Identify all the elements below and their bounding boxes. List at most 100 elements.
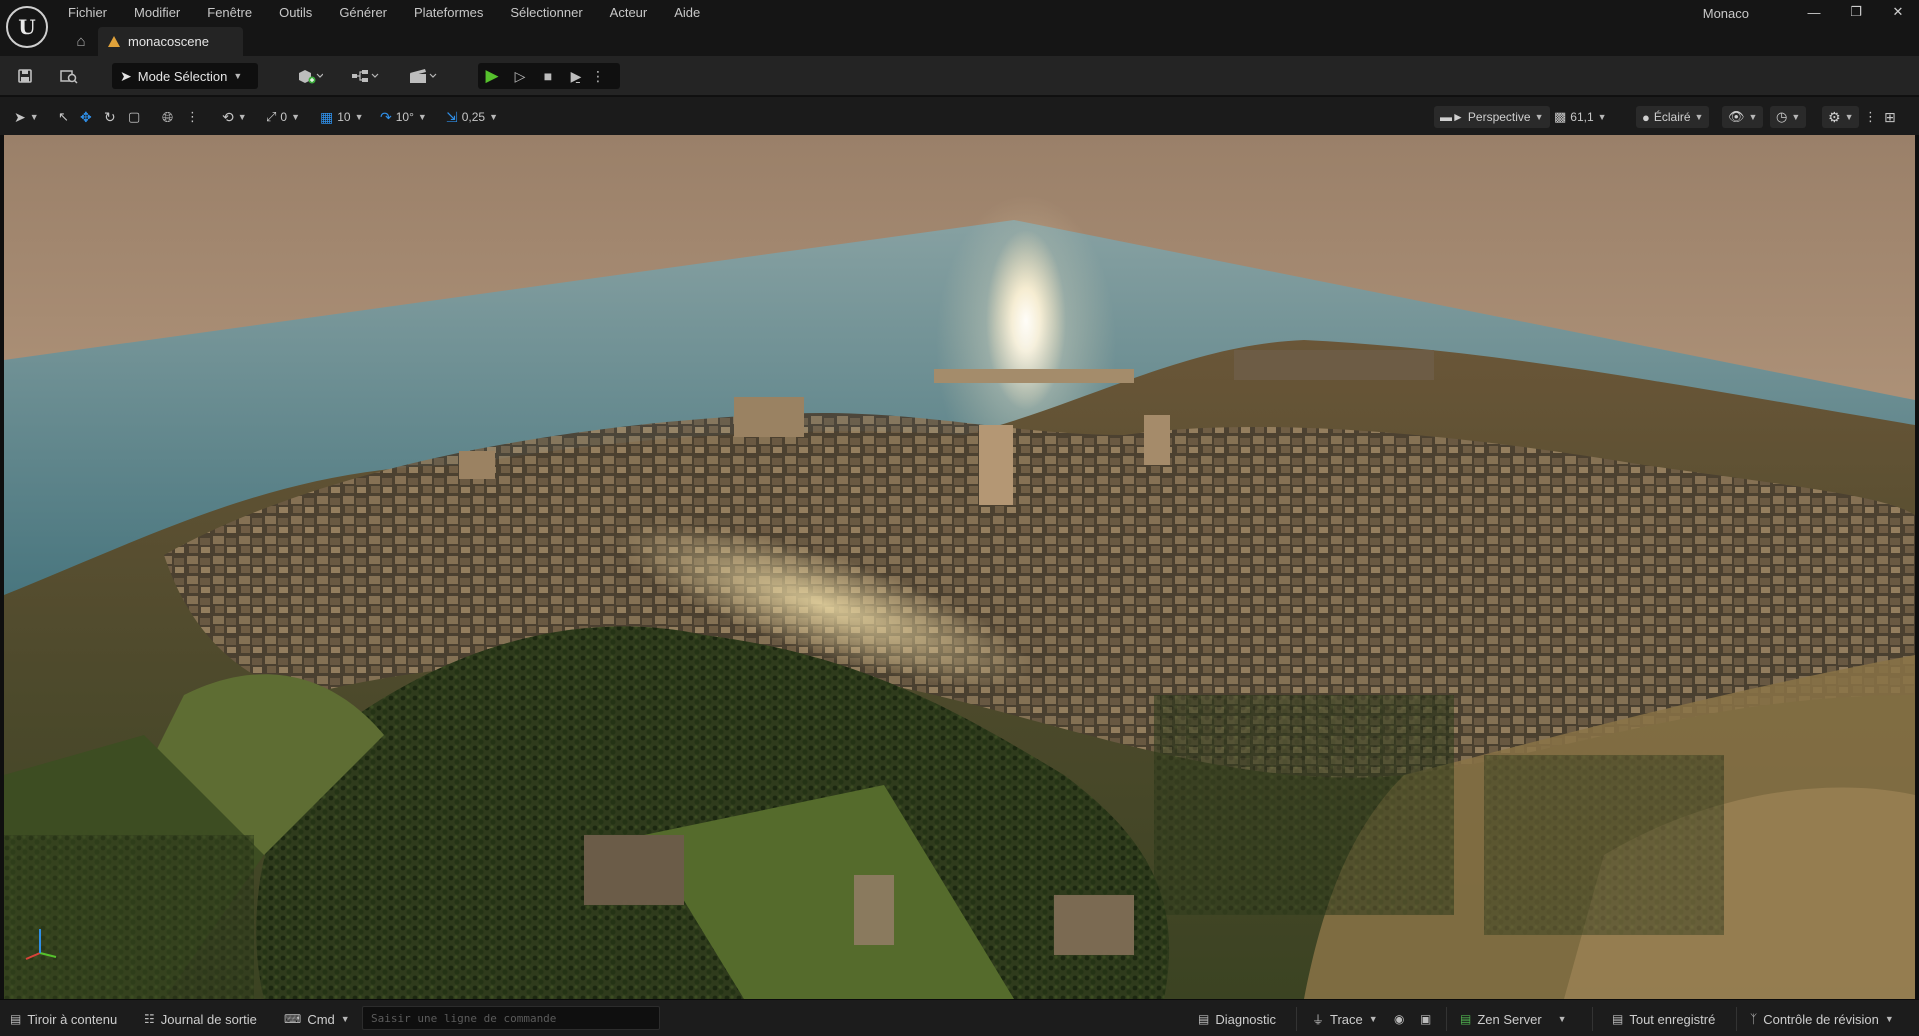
- chevron-down-icon: ▼: [233, 71, 243, 81]
- more-options-icon[interactable]: ⋮: [590, 63, 606, 89]
- viewport-more-icon[interactable]: ⋮: [1864, 107, 1877, 127]
- lit-sphere-icon: ●: [1642, 109, 1650, 125]
- revision-control-dropdown[interactable]: ᛉ Contrôle de révision ▼: [1750, 1011, 1894, 1027]
- close-icon[interactable]: ✕: [1877, 0, 1919, 24]
- translate-tool-icon[interactable]: ✥: [80, 107, 92, 127]
- restore-icon[interactable]: ❐: [1835, 0, 1877, 24]
- stop-icon[interactable]: ■: [534, 63, 562, 89]
- output-log-button[interactable]: ☷ Journal de sortie: [144, 1011, 257, 1027]
- chevron-down-icon: ▼: [29, 112, 39, 122]
- small-snap-dropdown[interactable]: ⤢ 0 ▼: [266, 107, 300, 127]
- simulate-icon[interactable]: ▶̱: [562, 63, 590, 89]
- camera-speed-dropdown[interactable]: ▩ 61,1 ▼: [1554, 107, 1607, 127]
- perspective-dropdown[interactable]: ▬► Perspective ▼: [1434, 106, 1550, 128]
- branch-icon: ᛉ: [1750, 1012, 1758, 1026]
- mode-selection-dropdown[interactable]: ➤ Mode Sélection ▼: [112, 63, 258, 89]
- add-actor-icon[interactable]: [292, 64, 328, 88]
- menu-edit[interactable]: Modifier: [122, 5, 195, 20]
- chevron-down-icon: ▼: [237, 112, 247, 122]
- menu-help[interactable]: Aide: [662, 5, 715, 20]
- revision-control-label: Contrôle de révision: [1763, 1011, 1879, 1027]
- log-icon: ☷: [144, 1012, 155, 1026]
- command-input[interactable]: [362, 1006, 660, 1030]
- save-icon[interactable]: [12, 64, 38, 88]
- viewport-settings-dropdown[interactable]: ⚙ ▼: [1822, 106, 1860, 128]
- viewport-toolbar: ➤ ▼ ↖ ✥ ↻ ▢ 🌐︎ ⋮ ⟲ ▼ ⤢ 0 ▼ ▦ 10 ▼ ↷ 10° ▼ ⇲ 0…: [0, 97, 1919, 135]
- menu-window[interactable]: Fenêtre: [195, 5, 267, 20]
- select-tool-icon[interactable]: ↖: [58, 107, 69, 127]
- gear-icon: ⚙: [1828, 108, 1841, 125]
- camera-speed-value: 61,1: [1570, 110, 1594, 124]
- grid-snap-dropdown[interactable]: ▦ 10 ▼: [320, 107, 364, 127]
- main-toolbar: ➤ Mode Sélection ▼ ▶ ▷ ■ ▶̱ ⋮: [0, 56, 1919, 96]
- axis-gizmo-icon: [25, 929, 57, 960]
- rotation-snap-dropdown[interactable]: ↷ 10° ▼: [380, 107, 427, 127]
- content-drawer-button[interactable]: ▤ Tiroir à contenu: [10, 1011, 117, 1027]
- cmd-dropdown[interactable]: ⌨ Cmd ▼: [284, 1011, 350, 1027]
- menu-platforms[interactable]: Plateformes: [402, 5, 498, 20]
- mode-label: Mode Sélection: [137, 68, 228, 84]
- chevron-down-icon: ▼: [1791, 112, 1801, 122]
- surface-snap-dropdown[interactable]: ⟲ ▼: [222, 107, 247, 127]
- cinematics-icon[interactable]: [404, 64, 444, 88]
- divider: [1736, 1007, 1737, 1031]
- eye-icon: 👁︎: [1728, 109, 1745, 124]
- menu-tools[interactable]: Outils: [267, 5, 327, 20]
- scene-render: [4, 135, 1915, 999]
- content-browser-icon[interactable]: [56, 64, 82, 88]
- cursor-icon: ➤: [120, 67, 132, 84]
- camera-speed-icon: ▩: [1554, 109, 1567, 124]
- rotation-snap-value: 10°: [395, 110, 414, 124]
- lighting-mode-dropdown[interactable]: ● Éclairé ▼: [1636, 106, 1710, 128]
- level-icon: [108, 35, 120, 48]
- more-transform-icon[interactable]: ⋮: [186, 107, 199, 127]
- divider: [1592, 1007, 1593, 1031]
- world-local-icon[interactable]: 🌐︎: [162, 107, 173, 127]
- save-all-button[interactable]: ▤ Tout enregistré: [1612, 1011, 1715, 1027]
- rotate-tool-icon[interactable]: ↻: [104, 107, 116, 127]
- home-icon[interactable]: ⌂: [64, 27, 98, 56]
- blueprint-icon[interactable]: [346, 64, 386, 88]
- tab-label: monacoscene: [128, 34, 209, 49]
- record-icon[interactable]: ◉: [1394, 1011, 1404, 1027]
- scale-snap-dropdown[interactable]: ⇲ 0,25 ▼: [446, 107, 498, 127]
- cmd-label: Cmd: [307, 1011, 335, 1027]
- surface-snap-icon: ⟲: [222, 108, 234, 125]
- tab-monacoscene[interactable]: monacoscene: [98, 27, 243, 56]
- viewport-layout-icon[interactable]: ⊞: [1884, 107, 1896, 127]
- menu-build[interactable]: Générer: [327, 5, 402, 20]
- drawer-icon: ▤: [10, 1012, 22, 1026]
- output-log-label: Journal de sortie: [160, 1011, 257, 1027]
- level-viewport[interactable]: [4, 135, 1915, 999]
- screenshot-icon[interactable]: ▣: [1420, 1011, 1431, 1027]
- small-snap-value: 0: [280, 110, 288, 124]
- zen-server-dropdown[interactable]: ▤ Zen Server ▼: [1460, 1011, 1567, 1027]
- menu-select[interactable]: Sélectionner: [498, 5, 597, 20]
- unreal-logo-icon[interactable]: U: [6, 6, 48, 48]
- scale-snap-icon: ⇲: [446, 108, 458, 125]
- snap-icon: ⤢: [266, 109, 277, 124]
- play-icon[interactable]: ▶: [478, 63, 506, 89]
- trace-label: Trace: [1330, 1011, 1363, 1027]
- play-controls: ▶ ▷ ■ ▶̱ ⋮: [478, 63, 620, 89]
- show-flags-dropdown[interactable]: 👁︎ ▼: [1722, 106, 1764, 128]
- minimize-icon[interactable]: —: [1793, 0, 1835, 24]
- menu-file[interactable]: Fichier: [56, 5, 122, 20]
- performance-dropdown[interactable]: ◷ ▼: [1770, 106, 1807, 128]
- divider: [1296, 1007, 1297, 1031]
- scale-snap-value: 0,25: [461, 110, 486, 124]
- trace-dropdown[interactable]: ⏚ Trace ▼: [1312, 1011, 1378, 1027]
- viewport-options-dropdown[interactable]: ➤ ▼: [14, 107, 39, 127]
- chevron-down-icon: ▼: [1534, 112, 1544, 122]
- project-name: Monaco: [1702, 6, 1749, 21]
- save-status-label: Tout enregistré: [1629, 1011, 1716, 1027]
- scale-tool-icon[interactable]: ▢: [128, 107, 140, 127]
- chevron-down-icon: ▼: [1694, 112, 1704, 122]
- diagnostic-button[interactable]: ▤ Diagnostic: [1198, 1011, 1276, 1027]
- window-controls: — ❐ ✕: [1793, 0, 1919, 24]
- trace-icon: ⏚: [1312, 1012, 1325, 1027]
- document-tabs: ⌂ monacoscene: [64, 27, 243, 56]
- menu-actor[interactable]: Acteur: [598, 5, 663, 20]
- view-mode-label: Perspective: [1467, 110, 1531, 124]
- advance-frame-icon[interactable]: ▷: [506, 63, 534, 89]
